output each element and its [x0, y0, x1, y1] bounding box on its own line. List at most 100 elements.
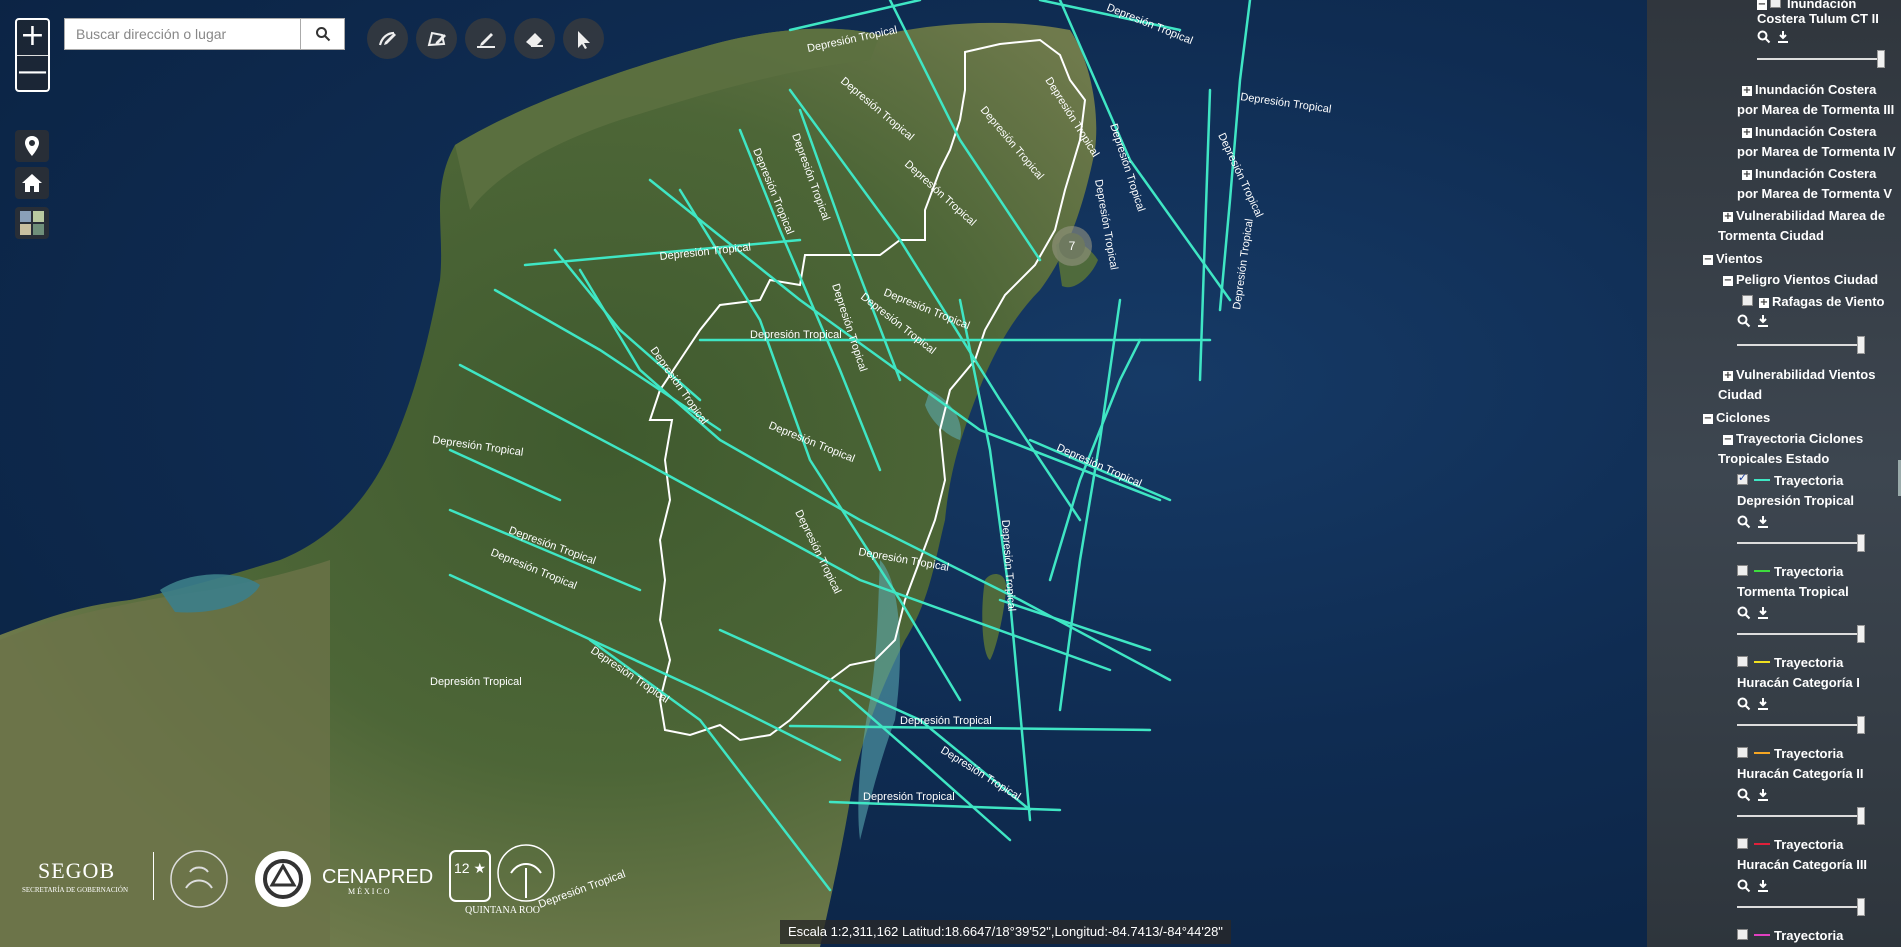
- track-label: Depresión Tropical: [900, 715, 992, 727]
- download-icon[interactable]: [1756, 606, 1770, 620]
- zoom-to-layer-icon[interactable]: [1737, 515, 1751, 529]
- collapse-icon[interactable]: −: [1703, 255, 1713, 265]
- select-button[interactable]: [563, 18, 604, 59]
- zoom-to-layer-icon[interactable]: [1737, 314, 1751, 328]
- opacity-slider[interactable]: [1737, 898, 1865, 916]
- layer-label: Inundación Costera: [1755, 124, 1877, 139]
- track-label: Depresión Tropical: [1092, 178, 1120, 270]
- draw-freehand-button[interactable]: [367, 18, 408, 59]
- layer-label-line2: Ciudad: [1718, 387, 1763, 402]
- layer-checkbox[interactable]: [1742, 295, 1753, 306]
- opacity-slider[interactable]: [1737, 336, 1865, 354]
- track-label: Depresión Tropical: [1107, 122, 1147, 213]
- download-icon[interactable]: [1756, 697, 1770, 711]
- expand-icon[interactable]: +: [1742, 86, 1752, 96]
- scale-coordinates-bar: Escala 1:2,311,162 Latitud:18.6647/18°39…: [780, 920, 1231, 944]
- layer-label: Inundación: [1787, 0, 1857, 11]
- draw-polygon-button[interactable]: [416, 18, 457, 59]
- pointer-icon: [577, 30, 590, 49]
- collapse-icon[interactable]: −: [1703, 414, 1713, 424]
- layer-checkbox[interactable]: [1737, 747, 1748, 758]
- zoom-out-button[interactable]: —: [17, 55, 48, 90]
- layer-label: Inundación Costera: [1755, 166, 1877, 181]
- layer-checkbox[interactable]: [1770, 0, 1781, 8]
- group-vulnerabilidad-marea[interactable]: + Vulnerabilidad Marea de: [1723, 208, 1885, 223]
- layer-checkbox[interactable]: [1737, 565, 1748, 576]
- search-box: [64, 18, 345, 50]
- layer-trayectoria[interactable]: Trayectoria: [1737, 471, 1843, 488]
- cenapred-text: CENAPRED: [322, 866, 434, 888]
- collapse-icon[interactable]: −: [1723, 276, 1733, 286]
- group-ciclones[interactable]: − Ciclones: [1703, 410, 1770, 425]
- download-icon[interactable]: [1756, 788, 1770, 802]
- opacity-slider[interactable]: [1737, 716, 1865, 734]
- group-vulnerabilidad-vientos[interactable]: + Vulnerabilidad Vientos: [1723, 367, 1875, 382]
- map-view[interactable]: Depresión Tropical Depresión Tropical De…: [0, 0, 1647, 947]
- zoom-to-layer-icon[interactable]: [1737, 788, 1751, 802]
- layer-trayectoria[interactable]: Trayectoria: [1737, 928, 1843, 943]
- layer-inundacion-v[interactable]: + Inundación Costera: [1742, 166, 1876, 181]
- location-button[interactable]: [15, 130, 49, 162]
- zoom-to-layer-icon[interactable]: [1737, 697, 1751, 711]
- layer-inundacion-iii[interactable]: + Inundación Costera: [1742, 82, 1876, 97]
- home-button[interactable]: [15, 167, 49, 199]
- satellite-basemap: Depresión Tropical Depresión Tropical De…: [0, 0, 1332, 947]
- zoom-to-layer-icon[interactable]: [1737, 879, 1751, 893]
- group-vientos[interactable]: − Vientos: [1703, 251, 1763, 266]
- legend-swatch: [1754, 570, 1770, 572]
- layer-label-line2: Huracán Categoría I: [1737, 675, 1860, 690]
- cluster-marker[interactable]: 7: [1052, 226, 1092, 266]
- draw-line-button[interactable]: [465, 18, 506, 59]
- expand-icon[interactable]: +: [1742, 128, 1752, 138]
- expand-icon[interactable]: +: [1742, 170, 1752, 180]
- layer-rafagas[interactable]: + Rafagas de Viento: [1742, 294, 1884, 309]
- layer-checkbox[interactable]: [1737, 838, 1748, 849]
- layer-trayectoria[interactable]: Trayectoria: [1737, 655, 1843, 670]
- group-label-line2: Tropicales Estado: [1718, 451, 1830, 466]
- basemap-gallery-button[interactable]: [15, 207, 49, 239]
- download-icon[interactable]: [1756, 515, 1770, 529]
- opacity-slider[interactable]: [1737, 625, 1865, 643]
- search-button[interactable]: [300, 19, 344, 49]
- zoom-in-button[interactable]: +: [17, 20, 48, 55]
- draw-polygon-icon: [427, 31, 446, 46]
- opacity-slider[interactable]: [1737, 534, 1865, 552]
- legend-swatch: [1754, 661, 1770, 663]
- collapse-icon[interactable]: −: [1757, 0, 1767, 10]
- opacity-slider[interactable]: [1757, 50, 1885, 68]
- cenapred-emblem-icon: [255, 851, 311, 907]
- layer-trayectoria[interactable]: Trayectoria: [1737, 837, 1843, 852]
- layer-trayectoria[interactable]: Trayectoria: [1737, 564, 1843, 579]
- layer-label: Vulnerabilidad Marea de: [1736, 208, 1886, 223]
- zoom-control: + —: [15, 18, 50, 92]
- legend-swatch: [1754, 934, 1770, 936]
- erase-button[interactable]: [514, 18, 555, 59]
- layer-label: Vulnerabilidad Vientos: [1736, 367, 1876, 382]
- zoom-to-layer-icon[interactable]: [1757, 30, 1771, 44]
- opacity-slider[interactable]: [1737, 807, 1865, 825]
- download-icon[interactable]: [1756, 314, 1770, 328]
- track-label: Depresión Tropical: [750, 329, 842, 341]
- download-icon[interactable]: [1756, 879, 1770, 893]
- download-icon[interactable]: [1776, 30, 1790, 44]
- zoom-to-layer-icon[interactable]: [1737, 606, 1751, 620]
- group-label: Ciclones: [1716, 410, 1771, 425]
- collapse-icon[interactable]: −: [1723, 435, 1733, 445]
- home-icon: [22, 174, 42, 192]
- quintana-roo-text: QUINTANA ROO: [465, 905, 541, 916]
- expand-icon[interactable]: +: [1723, 371, 1733, 381]
- map-pin-icon: [25, 136, 39, 156]
- layer-inundacion-partial[interactable]: − Inundación: [1757, 0, 1856, 11]
- layer-checkbox[interactable]: [1737, 656, 1748, 667]
- layer-inundacion-iv[interactable]: + Inundación Costera: [1742, 124, 1876, 139]
- layer-trayectoria[interactable]: Trayectoria: [1737, 746, 1843, 761]
- expand-icon[interactable]: +: [1723, 212, 1733, 222]
- search-input[interactable]: [65, 19, 300, 49]
- expand-icon[interactable]: +: [1759, 298, 1769, 308]
- layer-checkbox[interactable]: [1737, 471, 1748, 485]
- segob-logo-text: SEGOB: [38, 858, 116, 883]
- group-trayectoria-estado[interactable]: − Trayectoria Ciclones: [1723, 431, 1863, 446]
- layer-checkbox[interactable]: [1737, 929, 1748, 940]
- group-peligro-vientos[interactable]: − Peligro Vientos Ciudad: [1723, 272, 1878, 287]
- layer-label: Rafagas de Viento: [1772, 294, 1885, 309]
